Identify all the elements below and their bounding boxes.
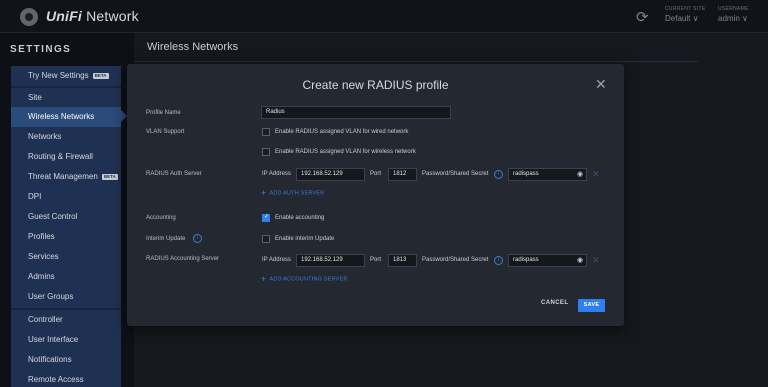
sidebar-item-notifications[interactable]: Notifications [11, 350, 121, 370]
vlan-wired-text: Enable RADIUS assigned VLAN for wired ne… [275, 129, 409, 135]
info-icon[interactable]: i [494, 256, 503, 265]
unifi-logo-icon [20, 8, 38, 26]
radius-profile-modal: Create new RADIUS profile ✕ Profile Name… [127, 64, 624, 326]
acct-port-label: Port [370, 257, 382, 263]
sidebar-item-label: Controller [28, 315, 63, 324]
accounting-checkbox[interactable] [262, 213, 270, 222]
info-icon[interactable]: i [193, 234, 202, 243]
username-label: USERNAME [718, 6, 749, 12]
sidebar-item-label: User Groups [28, 292, 74, 301]
sidebar-item-threat-management[interactable]: Threat Managemen BETA [11, 167, 121, 187]
sidebar-item-networks[interactable]: Networks [11, 127, 121, 147]
close-icon[interactable]: ✕ [595, 76, 607, 93]
acct-ip-label: IP Address [262, 257, 291, 263]
sidebar-item-try-new-settings[interactable]: Try New Settings BETA [11, 66, 121, 86]
profile-name-input[interactable]: Radius [261, 106, 451, 119]
acct-ip-input[interactable]: 192.168.52.129 [296, 254, 365, 267]
vlan-wireless-checkbox[interactable] [262, 148, 270, 156]
acct-port-input[interactable]: 1813 [388, 254, 417, 267]
sidebar-item-label: Admins [28, 272, 55, 281]
accounting-text: Enable accounting [275, 215, 325, 221]
sidebar-item-controller[interactable]: Controller [11, 310, 121, 330]
auth-ip-label: IP Address [262, 171, 291, 177]
add-accounting-server-link[interactable]: + ADD ACCOUNTING SERVER [261, 274, 348, 284]
vlan-wireless-text: Enable RADIUS assigned VLAN for wireless… [275, 149, 416, 155]
save-button[interactable]: SAVE [578, 299, 605, 312]
sidebar-item-label: Routing & Firewall [28, 152, 93, 161]
sidebar: Try New Settings BETA Site Wireless Netwo… [11, 66, 121, 387]
sidebar-item-label: Threat Managemen [28, 172, 98, 181]
brand-bold: UniFi [46, 8, 82, 24]
sidebar-item-label: User Interface [28, 335, 79, 344]
sidebar-item-label: Networks [28, 132, 62, 141]
info-icon[interactable]: i [494, 170, 503, 179]
auth-port-input[interactable]: 1812 [388, 168, 417, 181]
sidebar-item-wireless-networks[interactable]: Wireless Networks [11, 107, 121, 127]
sidebar-item-routing-firewall[interactable]: Routing & Firewall [11, 147, 121, 167]
sidebar-item-dpi[interactable]: DPI [11, 187, 121, 207]
divider [134, 61, 698, 62]
sidebar-item-user-groups[interactable]: User Groups [11, 287, 121, 307]
refresh-icon[interactable]: ⟳ [636, 8, 649, 26]
beta-badge: BETA [92, 72, 109, 79]
auth-ip-input[interactable]: 192.168.52.129 [296, 168, 365, 181]
auth-port-label: Port [370, 171, 382, 177]
remove-server-icon[interactable]: ✕ [592, 169, 600, 180]
top-bar: UniFi Network ⟳ CURRENT SITE Default ∨ U… [0, 0, 768, 33]
sidebar-item-label: Profiles [28, 232, 55, 241]
current-site-label: CURRENT SITE [665, 6, 706, 12]
sidebar-item-label: Site [28, 93, 42, 102]
sidebar-item-services[interactable]: Services [11, 247, 121, 267]
page-title: Wireless Networks [147, 41, 239, 53]
interim-checkbox[interactable] [262, 235, 270, 243]
brand-rest: Network [82, 8, 139, 24]
remove-server-icon[interactable]: ✕ [592, 255, 600, 266]
accounting-label: Accounting [146, 215, 176, 221]
vlan-support-label: VLAN Support [146, 129, 185, 135]
plus-icon: + [261, 188, 267, 198]
sidebar-item-label: Try New Settings [28, 71, 89, 80]
sidebar-item-user-interface[interactable]: User Interface [11, 330, 121, 350]
vlan-wired-checkbox[interactable] [262, 128, 270, 136]
profile-name-label: Profile Name [146, 110, 181, 116]
current-site-value: Default ∨ [665, 14, 699, 23]
sidebar-item-label: Remote Access [28, 375, 84, 384]
sidebar-item-site[interactable]: Site [11, 88, 121, 108]
auth-server-label: RADIUS Auth Server [146, 171, 202, 177]
modal-title: Create new RADIUS profile [302, 78, 449, 92]
eye-icon[interactable]: ◉ [577, 170, 583, 178]
add-auth-server-link[interactable]: + ADD AUTH SERVER [261, 188, 324, 198]
cancel-button[interactable]: CANCEL [541, 300, 568, 306]
username-value: admin ∨ [718, 14, 748, 23]
add-auth-text: ADD AUTH SERVER [269, 190, 325, 197]
sidebar-item-profiles[interactable]: Profiles [11, 227, 121, 247]
acct-secret-input[interactable]: radispass [508, 254, 587, 267]
sidebar-item-remote-access[interactable]: Remote Access [11, 370, 121, 387]
sidebar-item-label: DPI [28, 192, 42, 201]
beta-badge: BETA [101, 173, 118, 180]
eye-icon[interactable]: ◉ [577, 256, 583, 264]
sidebar-item-label: Guest Control [28, 212, 78, 221]
user-menu[interactable]: USERNAME admin ∨ [718, 6, 749, 24]
sidebar-item-label: Wireless Networks [28, 112, 95, 121]
sidebar-item-guest-control[interactable]: Guest Control [11, 207, 121, 227]
interim-label: Interim Update [146, 236, 186, 242]
sidebar-item-admins[interactable]: Admins [11, 267, 121, 287]
auth-secret-input[interactable]: radispass [508, 168, 587, 181]
sidebar-item-label: Notifications [28, 355, 72, 364]
site-selector[interactable]: CURRENT SITE Default ∨ [665, 6, 705, 24]
interim-text: Enable interim Update [275, 236, 335, 242]
settings-title: SETTINGS [10, 44, 72, 55]
add-acct-text: ADD ACCOUNTING SERVER [269, 276, 348, 283]
plus-icon: + [261, 274, 267, 284]
acct-server-label: RADIUS Accounting Server [146, 256, 220, 262]
acct-secret-label: Password/Shared Secret [422, 257, 489, 263]
auth-secret-label: Password/Shared Secret [422, 171, 489, 177]
app-brand: UniFi Network [46, 8, 139, 24]
sidebar-item-label: Services [28, 252, 59, 261]
